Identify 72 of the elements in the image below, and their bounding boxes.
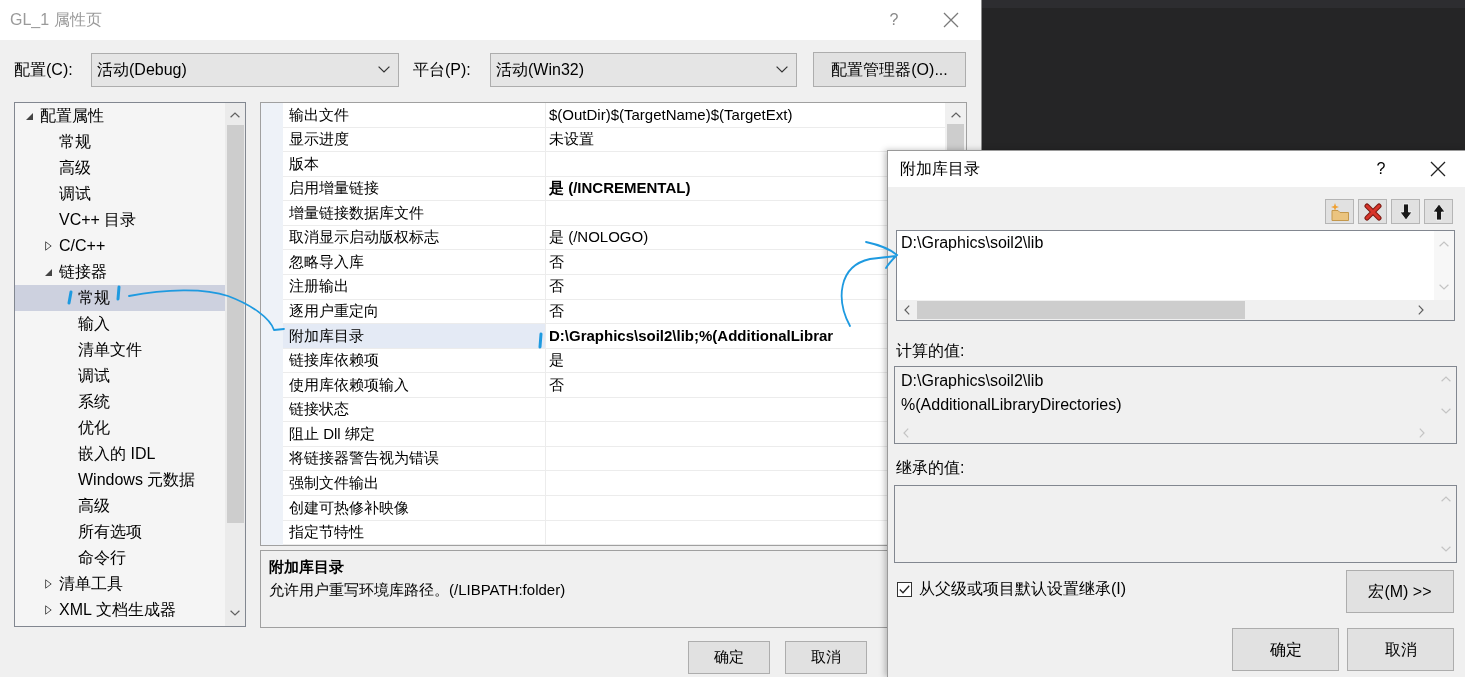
scrollbar-thumb[interactable] [917, 301, 1245, 319]
checkmark-icon [899, 584, 910, 594]
tree-item[interactable]: 命令行 [15, 545, 225, 571]
tree-item[interactable]: 常规 [15, 129, 225, 155]
chevron-up-icon[interactable] [230, 112, 240, 118]
tree-item[interactable]: XML 文档生成器 [15, 597, 225, 623]
pen-stroke-icon [67, 290, 73, 305]
dialog-button[interactable]: 取消 [1347, 628, 1454, 671]
tree-item[interactable]: 输入 [15, 311, 225, 337]
chevron-right-icon[interactable] [1418, 305, 1424, 315]
tree-item[interactable]: 调试 [15, 363, 225, 389]
checkbox[interactable] [897, 581, 912, 597]
delete-icon [1363, 202, 1382, 221]
chevron-down-icon[interactable] [230, 610, 240, 616]
property-name[interactable]: 附加库目录 [283, 324, 545, 349]
down-arrow-icon [1398, 202, 1413, 221]
pen-stroke-icon [116, 285, 121, 301]
dialog-button[interactable]: 确定 [1232, 628, 1339, 671]
tree-item[interactable]: 高级 [15, 155, 225, 181]
move-up-button[interactable] [1424, 199, 1453, 224]
chevron-up-icon[interactable] [950, 112, 961, 118]
tree-item[interactable]: Windows 元数据 [15, 467, 225, 493]
help-button[interactable]: ? [880, 6, 908, 34]
scrollbar[interactable] [897, 300, 1454, 320]
macros-button[interactable]: 宏(M) >> [1346, 570, 1454, 613]
configuration-dropdown[interactable]: 活动(Debug) [91, 52, 399, 87]
window-title: GL_1 属性页 [10, 10, 102, 30]
description-title: 附加库目录 [269, 557, 344, 577]
collapsed-triangle-icon[interactable] [44, 241, 52, 251]
computed-value: %(AdditionalLibraryDirectories) [901, 395, 1122, 415]
dialog-button[interactable]: 确定 [688, 641, 770, 674]
description-text: 允许用户重写环境库路径。(/LIBPATH:folder) [269, 580, 566, 600]
tree-item[interactable]: C/C++ [15, 233, 225, 259]
scrollbar-thumb[interactable] [226, 125, 244, 523]
chevron-down-icon [378, 66, 390, 73]
tree-item[interactable]: 系统 [15, 389, 225, 415]
tree-item[interactable]: 配置属性 [15, 103, 225, 129]
tree-item[interactable]: 链接器 [15, 259, 225, 285]
pen-stroke-icon [538, 332, 543, 349]
configuration-manager-button[interactable]: 配置管理器(O)... [813, 52, 966, 87]
tree-item[interactable]: 高级 [15, 493, 225, 519]
chevron-down-icon [776, 66, 788, 73]
tree-item[interactable]: 常规 [15, 285, 225, 311]
help-button[interactable]: ? [1367, 155, 1395, 183]
delete-button[interactable] [1358, 199, 1387, 224]
dialog-button[interactable]: 取消 [785, 641, 867, 674]
platform-label: 平台(P): [413, 59, 472, 80]
expanded-triangle-icon[interactable] [25, 112, 33, 120]
platform-dropdown[interactable]: 活动(Win32) [490, 52, 797, 87]
tree-item[interactable]: 所有选项 [15, 519, 225, 545]
collapsed-triangle-icon[interactable] [44, 579, 52, 589]
dialog-title: 附加库目录 [900, 159, 980, 179]
chevron-left-icon[interactable] [904, 305, 910, 315]
tree-item[interactable]: 清单文件 [15, 337, 225, 363]
checkbox-label[interactable]: 从父级或项目默认设置继承(I) [919, 577, 1127, 601]
move-down-button[interactable] [1391, 199, 1420, 224]
property-value[interactable]: $(OutDir)$(TargetName)$(TargetExt) [545, 103, 945, 128]
new-folder-icon [1329, 202, 1350, 221]
close-icon [943, 12, 959, 28]
tree-item[interactable]: VC++ 目录 [15, 207, 225, 233]
tree-item[interactable]: 优化 [15, 415, 225, 441]
tree-item[interactable]: 调试 [15, 181, 225, 207]
tree-item[interactable]: 嵌入的 IDL [15, 441, 225, 467]
directory-list[interactable]: D:\Graphics\soil2\lib [896, 230, 1455, 321]
up-arrow-icon [1431, 202, 1446, 221]
inherited-values-label: 继承的值: [896, 458, 965, 478]
close-icon [1430, 161, 1446, 177]
expanded-triangle-icon[interactable] [44, 268, 52, 276]
scrollbar[interactable] [225, 103, 245, 626]
collapsed-triangle-icon[interactable] [44, 605, 52, 615]
configuration-label: 配置(C): [14, 59, 74, 80]
tree-item[interactable]: 清单工具 [15, 571, 225, 597]
